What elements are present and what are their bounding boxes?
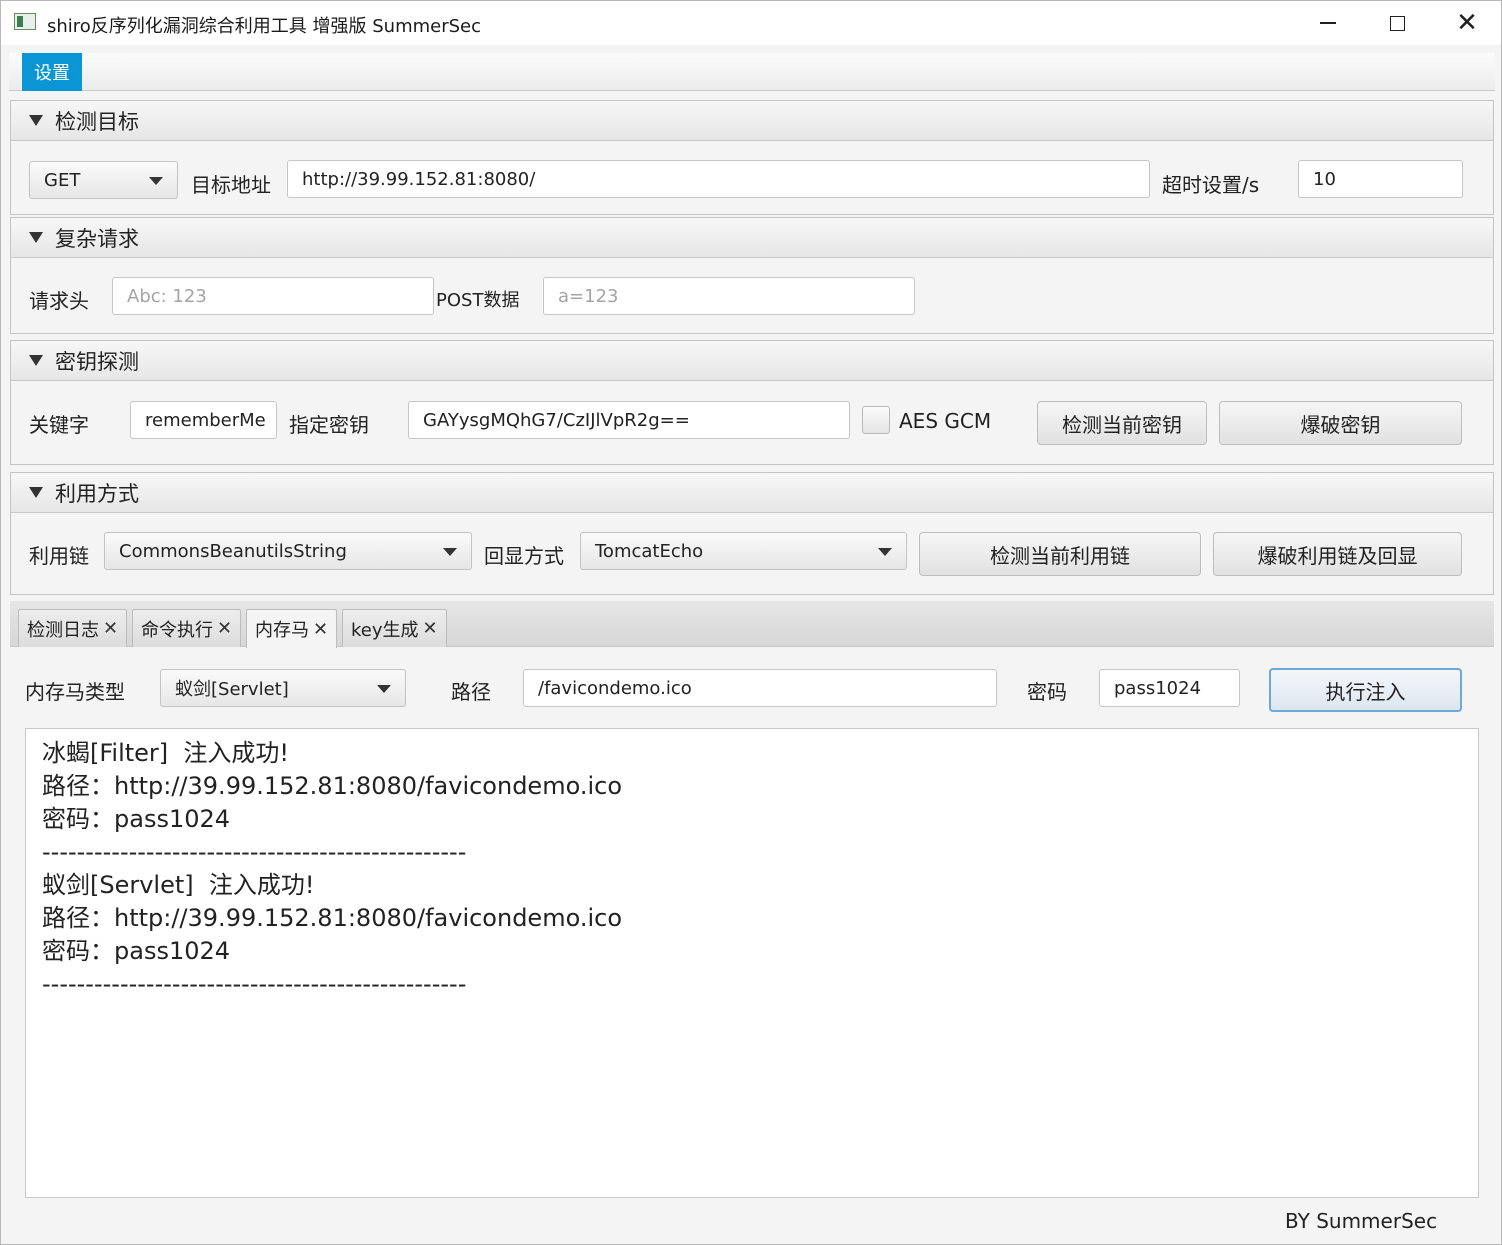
memshell-type-value: 蚁剑[Servlet]: [175, 679, 289, 700]
collapse-arrow-icon: [29, 355, 43, 366]
url-input[interactable]: http://39.99.152.81:8080/: [287, 160, 1150, 198]
maximize-icon: [1389, 15, 1405, 31]
menu-bar: 设置: [9, 53, 1495, 91]
echo-label: 回显方式: [484, 544, 564, 568]
method-select[interactable]: GET: [29, 161, 178, 199]
tab-detect-log[interactable]: 检测日志 ✕: [18, 609, 128, 647]
menu-settings[interactable]: 设置: [22, 53, 82, 91]
chain-label: 利用链: [29, 544, 89, 568]
tab-strip: 检测日志 ✕ 命令执行 ✕ 内存马 ✕ key生成 ✕: [10, 601, 1494, 648]
aes-gcm-checkbox[interactable]: [862, 406, 890, 434]
timeout-label: 超时设置/s: [1162, 173, 1260, 197]
echo-select[interactable]: TomcatEcho: [580, 532, 907, 570]
maximize-button[interactable]: [1362, 1, 1432, 45]
output-line: 蚁剑[Servlet] 注入成功!: [42, 871, 315, 899]
keyword-label: 关键字: [29, 413, 89, 437]
keyword-input[interactable]: rememberMe: [130, 401, 277, 439]
window-title: shiro反序列化漏洞综合利用工具 增强版 SummerSec: [47, 16, 482, 37]
tab-key-gen[interactable]: key生成 ✕: [342, 609, 447, 647]
target-pane-header[interactable]: 检测目标: [11, 101, 1493, 141]
close-icon[interactable]: ✕: [313, 619, 328, 640]
close-button[interactable]: ✕: [1432, 1, 1501, 45]
password-label: 密码: [1027, 680, 1067, 704]
output-line: 路径：http://39.99.152.81:8080/favicondemo.…: [42, 904, 623, 932]
key-pane: 密钥探测 关键字 rememberMe 指定密钥 GAYysgMQhG7/CzI…: [10, 340, 1494, 465]
url-label: 目标地址: [191, 173, 271, 197]
app-icon: [14, 13, 36, 30]
check-chain-button[interactable]: 检测当前利用链: [919, 532, 1201, 576]
echo-select-value: TomcatEcho: [595, 540, 704, 562]
tab-label: 内存马: [255, 620, 309, 641]
exploit-pane-header[interactable]: 利用方式: [11, 473, 1493, 513]
collapse-arrow-icon: [29, 232, 43, 243]
path-label: 路径: [451, 680, 491, 704]
chevron-down-icon: [878, 548, 892, 556]
minimize-button[interactable]: [1293, 1, 1363, 45]
post-data-input[interactable]: a=123: [543, 277, 915, 315]
request-pane: 复杂请求 请求头 Abc: 123 POST数据 a=123: [10, 217, 1494, 334]
output-line: 密码：pass1024: [42, 805, 231, 833]
footer-credit: BY SummerSec: [1285, 1209, 1438, 1233]
tab-label: 命令执行: [141, 619, 213, 641]
close-icon[interactable]: ✕: [217, 618, 232, 639]
tab-label: 检测日志: [27, 619, 99, 641]
password-input[interactable]: pass1024: [1099, 669, 1240, 707]
output-line: 冰蝎[Filter] 注入成功!: [42, 739, 290, 767]
key-label: 指定密钥: [289, 413, 369, 437]
tab-command-exec[interactable]: 命令执行 ✕: [132, 609, 242, 647]
request-pane-header[interactable]: 复杂请求: [11, 218, 1493, 258]
post-data-label: POST数据: [436, 290, 520, 311]
output-line: 路径：http://39.99.152.81:8080/favicondemo.…: [42, 772, 623, 800]
aes-gcm-label: AES GCM: [899, 409, 992, 433]
output-line: ----------------------------------------…: [42, 970, 467, 998]
output-line: 密码：pass1024: [42, 937, 231, 965]
tab-label: key生成: [351, 619, 419, 641]
key-pane-header[interactable]: 密钥探测: [11, 341, 1493, 381]
key-pane-title: 密钥探测: [55, 349, 139, 374]
check-key-button[interactable]: 检测当前密钥: [1037, 401, 1207, 445]
target-pane-title: 检测目标: [55, 109, 139, 134]
exploit-pane: 利用方式 利用链 CommonsBeanutilsString 回显方式 Tom…: [10, 472, 1494, 595]
tab-memshell[interactable]: 内存马 ✕: [246, 609, 338, 648]
timeout-input[interactable]: 10: [1298, 160, 1463, 198]
app-window: shiro反序列化漏洞综合利用工具 增强版 SummerSec ✕ 设置 检测目…: [0, 0, 1502, 1245]
headers-label: 请求头: [29, 289, 89, 313]
output-textarea[interactable]: 冰蝎[Filter] 注入成功! 路径：http://39.99.152.81:8…: [25, 728, 1479, 1198]
chevron-down-icon: [149, 177, 163, 185]
close-icon: ✕: [1456, 8, 1478, 38]
chain-select[interactable]: CommonsBeanutilsString: [104, 532, 472, 570]
exploit-pane-title: 利用方式: [55, 481, 139, 506]
chevron-down-icon: [377, 685, 391, 693]
chevron-down-icon: [443, 548, 457, 556]
request-pane-title: 复杂请求: [55, 226, 139, 251]
output-line: ----------------------------------------…: [42, 838, 467, 866]
method-select-value: GET: [44, 169, 81, 191]
close-icon[interactable]: ✕: [103, 618, 118, 639]
inject-button[interactable]: 执行注入: [1269, 668, 1462, 712]
key-input[interactable]: GAYysgMQhG7/CzIJlVpR2g==: [408, 401, 850, 439]
memshell-type-label: 内存马类型: [25, 680, 125, 704]
close-icon[interactable]: ✕: [423, 618, 438, 639]
title-bar: shiro反序列化漏洞综合利用工具 增强版 SummerSec ✕: [1, 1, 1501, 45]
memshell-type-select[interactable]: 蚁剑[Servlet]: [160, 669, 406, 707]
path-input[interactable]: /favicondemo.ico: [523, 669, 997, 707]
collapse-arrow-icon: [29, 487, 43, 498]
chain-select-value: CommonsBeanutilsString: [119, 540, 347, 562]
brute-chain-button[interactable]: 爆破利用链及回显: [1213, 532, 1462, 576]
headers-input[interactable]: Abc: 123: [112, 277, 434, 315]
brute-key-button[interactable]: 爆破密钥: [1219, 401, 1462, 445]
target-pane: 检测目标 GET 目标地址 http://39.99.152.81:8080/ …: [10, 100, 1494, 215]
collapse-arrow-icon: [29, 115, 43, 126]
minimize-icon: [1320, 22, 1336, 24]
